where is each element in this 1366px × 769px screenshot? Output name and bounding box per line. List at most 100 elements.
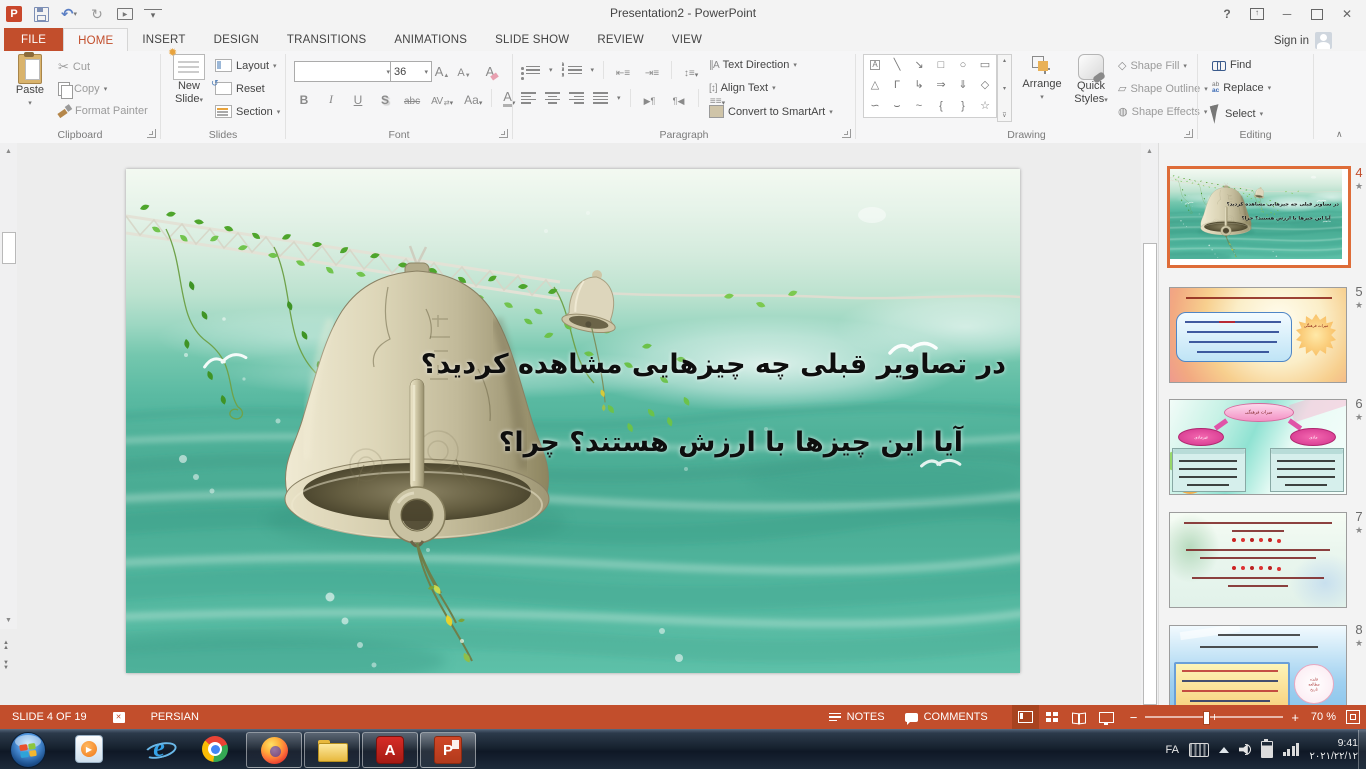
taskbar-chrome[interactable] [188,732,242,766]
thumb-scroll-up-icon[interactable]: ▲ [1141,143,1158,160]
slide-question-2[interactable]: آیا این چیزها با ارزش هستند؟ چرا؟ [69,427,1020,458]
taskbar-media-player[interactable]: ▶ [62,732,116,766]
gallery-more-icon[interactable]: ⊽ [1002,112,1006,119]
previous-slide-button[interactable]: ▲▲ [3,641,9,650]
shape-elbow-arrow-icon[interactable]: ↳ [914,80,923,91]
shape-snip-rectangle-icon[interactable]: ◇ [981,80,989,91]
taskbar-file-explorer[interactable] [304,732,360,768]
slide-scrollbar[interactable]: ▲ ▼ [0,143,17,629]
next-slide-button[interactable]: ▼▼ [3,661,9,670]
bullets-icon[interactable] [521,64,540,76]
zoom-out-button[interactable]: − [1130,710,1138,725]
reading-view-button[interactable] [1066,705,1093,729]
show-hidden-icons-icon[interactable] [1219,747,1229,753]
convert-to-smartart-button[interactable]: Convert to SmartArt▾ [709,105,833,118]
select-button[interactable]: Select▾ [1212,105,1263,123]
reset-button[interactable]: Reset [215,82,265,95]
quick-styles-button[interactable]: Quick Styles▾ [1068,54,1114,107]
comments-button[interactable]: COMMENTS [895,705,998,729]
scroll-down-icon[interactable]: ▼ [0,612,17,629]
tab-review[interactable]: REVIEW [583,28,658,51]
show-desktop-button[interactable] [1358,730,1366,769]
taskbar-internet-explorer[interactable]: e [132,732,186,766]
spell-check-icon[interactable]: ✕ [113,712,125,723]
font-name-combo[interactable]: ▾ [294,61,394,82]
slide-question-1[interactable]: در تصاویر قبلی چه چیزهایی مشاهده کردید؟ [112,349,1020,380]
find-button[interactable]: Find [1212,59,1251,71]
shape-arrow-icon[interactable]: ↘ [914,60,923,71]
sign-in[interactable]: Sign in [1274,32,1332,49]
tab-insert[interactable]: INSERT [128,28,199,51]
line-spacing-icon[interactable]: ↕≡▾ [681,61,701,79]
zoom-slider-thumb[interactable] [1203,711,1210,725]
bold-button[interactable]: B [294,89,314,107]
battery-icon[interactable] [1261,741,1273,758]
gallery-down-icon[interactable]: ▾ [1003,85,1006,92]
shape-star-icon[interactable]: ☆ [980,101,990,112]
tab-home[interactable]: HOME [63,28,128,52]
shape-down-arrow-icon[interactable]: ⇓ [958,80,967,91]
collapse-ribbon-icon[interactable]: ∧ [1336,129,1343,140]
taskbar-powerpoint[interactable]: P [420,732,476,768]
decrease-indent-icon[interactable]: ⇤≡ [613,61,633,79]
tab-design[interactable]: DESIGN [200,28,273,51]
shape-rectangle-icon[interactable]: □ [938,60,945,71]
justify-icon[interactable] [593,91,608,105]
zoom-level[interactable]: 70 % [1311,711,1336,723]
tab-slide-show[interactable]: SLIDE SHOW [481,28,583,51]
thumbnail-scrollbar-thumb[interactable] [1143,243,1157,705]
rtl-text-direction-icon[interactable]: ¶◀ [669,89,689,107]
format-painter-button[interactable]: Format Painter [58,105,148,117]
align-left-icon[interactable] [521,91,536,105]
clock[interactable]: 9:41 ۲۰۲۱/۲۲/۱۲ [1309,737,1358,763]
tab-file[interactable]: FILE [4,28,63,51]
character-spacing-button[interactable]: AV⇄▾ [429,89,455,107]
taskbar-acrobat[interactable]: A [362,732,418,768]
shape-right-brace-icon[interactable]: } [961,101,965,112]
cut-button[interactable]: ✂Cut [58,59,90,75]
align-text-button[interactable]: [↕]Align Text▾ [709,82,776,94]
thumbnail-slide-5[interactable]: میراث فرهنگی [1169,287,1347,383]
italic-button[interactable]: I [321,89,341,107]
strikethrough-button[interactable]: abc [402,89,422,107]
slide-show-button[interactable] [1093,705,1120,729]
dialog-launcher-icon[interactable] [147,129,156,138]
close-icon[interactable]: ✕ [1332,2,1362,26]
shape-elbow-connector-icon[interactable]: Γ [894,80,900,91]
dialog-launcher-icon[interactable] [1184,129,1193,138]
slide-counter[interactable]: SLIDE 4 OF 19 [12,711,87,723]
gallery-up-icon[interactable]: ▴ [1003,57,1006,64]
shrink-font-button[interactable]: A▼ [454,61,474,79]
start-button[interactable] [10,732,46,768]
ltr-text-direction-icon[interactable]: ▶¶ [640,89,660,107]
shape-arc-icon[interactable]: ⌣ [893,101,900,112]
help-icon[interactable]: ? [1212,2,1242,26]
normal-view-button[interactable] [1012,705,1039,729]
tab-view[interactable]: VIEW [658,28,716,51]
thumbnail-slide-7[interactable] [1169,512,1347,608]
shape-left-brace-icon[interactable]: { [939,101,943,112]
network-signal-icon[interactable] [1283,743,1300,756]
tab-transitions[interactable]: TRANSITIONS [273,28,381,51]
dialog-launcher-icon[interactable] [842,129,851,138]
keyboard-icon[interactable] [1189,743,1209,757]
ribbon-display-options-icon[interactable]: ↑ [1242,2,1272,26]
scrollbar-thumb[interactable] [2,232,16,264]
tab-animations[interactable]: ANIMATIONS [380,28,481,51]
align-right-icon[interactable] [569,91,584,105]
shape-scribble-icon[interactable]: ∽ [870,101,879,112]
restore-icon[interactable] [1302,2,1332,26]
scroll-up-icon[interactable]: ▲ [0,143,17,160]
text-direction-button[interactable]: ∥AText Direction▾ [709,59,797,71]
volume-icon[interactable] [1239,744,1251,755]
shape-outline-button[interactable]: ▱Shape Outline▾ [1118,82,1208,95]
text-shadow-button[interactable]: S [375,89,395,107]
change-case-button[interactable]: Aa▾ [462,89,484,107]
font-size-combo[interactable]: 36▾ [390,61,432,82]
arrange-button[interactable]: Arrange▾ [1016,54,1068,104]
shapes-gallery[interactable]: A ╲ ↘ □ ○ ▭ △ Γ ↳ ⇒ ⇓ ◇ ∽ ⌣ ~ { } ☆ [863,54,997,118]
layout-button[interactable]: Layout▾ [215,59,277,72]
notes-button[interactable]: NOTES [819,705,895,729]
numbering-icon[interactable] [562,64,582,76]
shape-curve-icon[interactable]: ~ [916,101,922,112]
